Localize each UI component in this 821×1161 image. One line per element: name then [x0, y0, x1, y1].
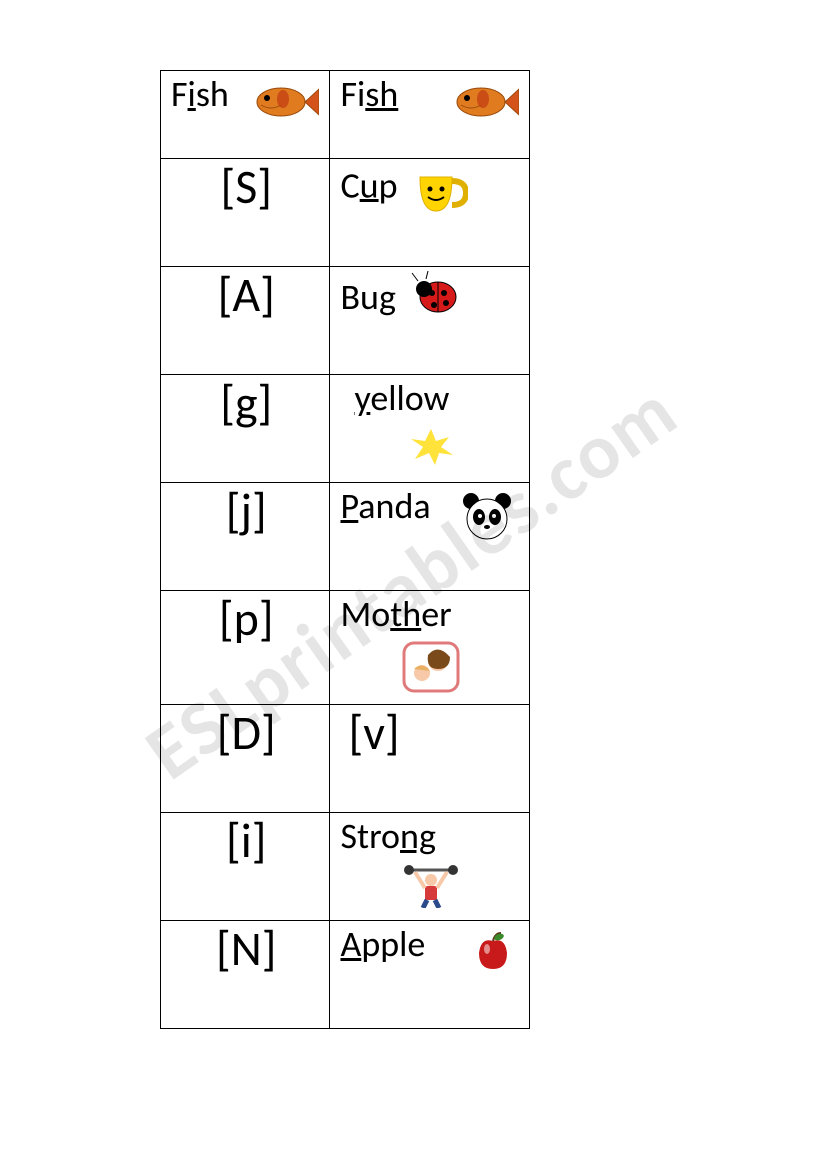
- text-underline: A: [340, 922, 361, 966]
- yellow-splash-icon: [340, 423, 521, 472]
- apple-icon: [471, 929, 515, 978]
- table-row: [N] Apple: [161, 920, 530, 1028]
- text-underline: ng: [400, 814, 436, 858]
- table-row: [D] [v]: [161, 704, 530, 812]
- cell-left: [p]: [161, 591, 330, 705]
- cell-left: [S]: [161, 159, 330, 267]
- cell-right: Apple: [330, 920, 530, 1028]
- cell-left: [D]: [161, 704, 330, 812]
- fish-icon: [449, 81, 519, 128]
- ladybug-icon: [408, 271, 460, 320]
- cell-right: Bug: [330, 267, 530, 375]
- cell-left: [i]: [161, 812, 330, 920]
- text-post: pple: [361, 922, 425, 966]
- cell-right: yellow: [330, 375, 530, 483]
- phonics-table: Fish Fish: [160, 70, 530, 1029]
- text-underline: i: [188, 72, 196, 116]
- cell-right: Panda: [330, 483, 530, 591]
- table-row: [S] Cup: [161, 159, 530, 267]
- text-pre: C: [340, 163, 359, 207]
- text-underline: y: [354, 376, 370, 420]
- text-post: p: [379, 163, 398, 207]
- table-row: Fish Fish: [161, 71, 530, 159]
- mother-icon: [340, 639, 521, 700]
- text-pre: Mo: [340, 592, 390, 636]
- text-underline: u: [360, 163, 379, 207]
- cell-left: Fish: [161, 71, 330, 159]
- text-pre: Bu: [340, 275, 379, 319]
- cup-icon: [412, 163, 468, 224]
- text-post: er: [421, 592, 451, 636]
- table-row: [i] Strong: [161, 812, 530, 920]
- cell-right: Cup: [330, 159, 530, 267]
- cell-right: Mother: [330, 591, 530, 705]
- cell-right: Fish: [330, 71, 530, 159]
- fish-icon: [249, 81, 319, 128]
- cell-left: [A]: [161, 267, 330, 375]
- cell-right: [v]: [330, 704, 530, 812]
- table-row: [A] Bug: [161, 267, 530, 375]
- table-row: [p] Mother: [161, 591, 530, 705]
- text-pre: Stro: [340, 814, 400, 858]
- text-underline: th: [390, 592, 421, 636]
- text-post: sh: [196, 72, 229, 116]
- text-post: anda: [358, 484, 430, 528]
- cell-right: Strong: [330, 812, 530, 920]
- text-pre: Fi: [340, 72, 365, 116]
- text-post: ellow: [370, 376, 449, 420]
- cell-left: [N]: [161, 920, 330, 1028]
- text-pre: F: [171, 72, 188, 116]
- panda-icon: [459, 491, 515, 548]
- text-underline: P: [340, 484, 358, 528]
- cell-left: [g]: [161, 375, 330, 483]
- text-underline: g: [379, 275, 396, 319]
- table-row: [j] Panda: [161, 483, 530, 591]
- strong-icon: [340, 860, 521, 913]
- cell-left: [j]: [161, 483, 330, 591]
- text-underline: sh: [365, 72, 398, 116]
- table-row: [g] yellow: [161, 375, 530, 483]
